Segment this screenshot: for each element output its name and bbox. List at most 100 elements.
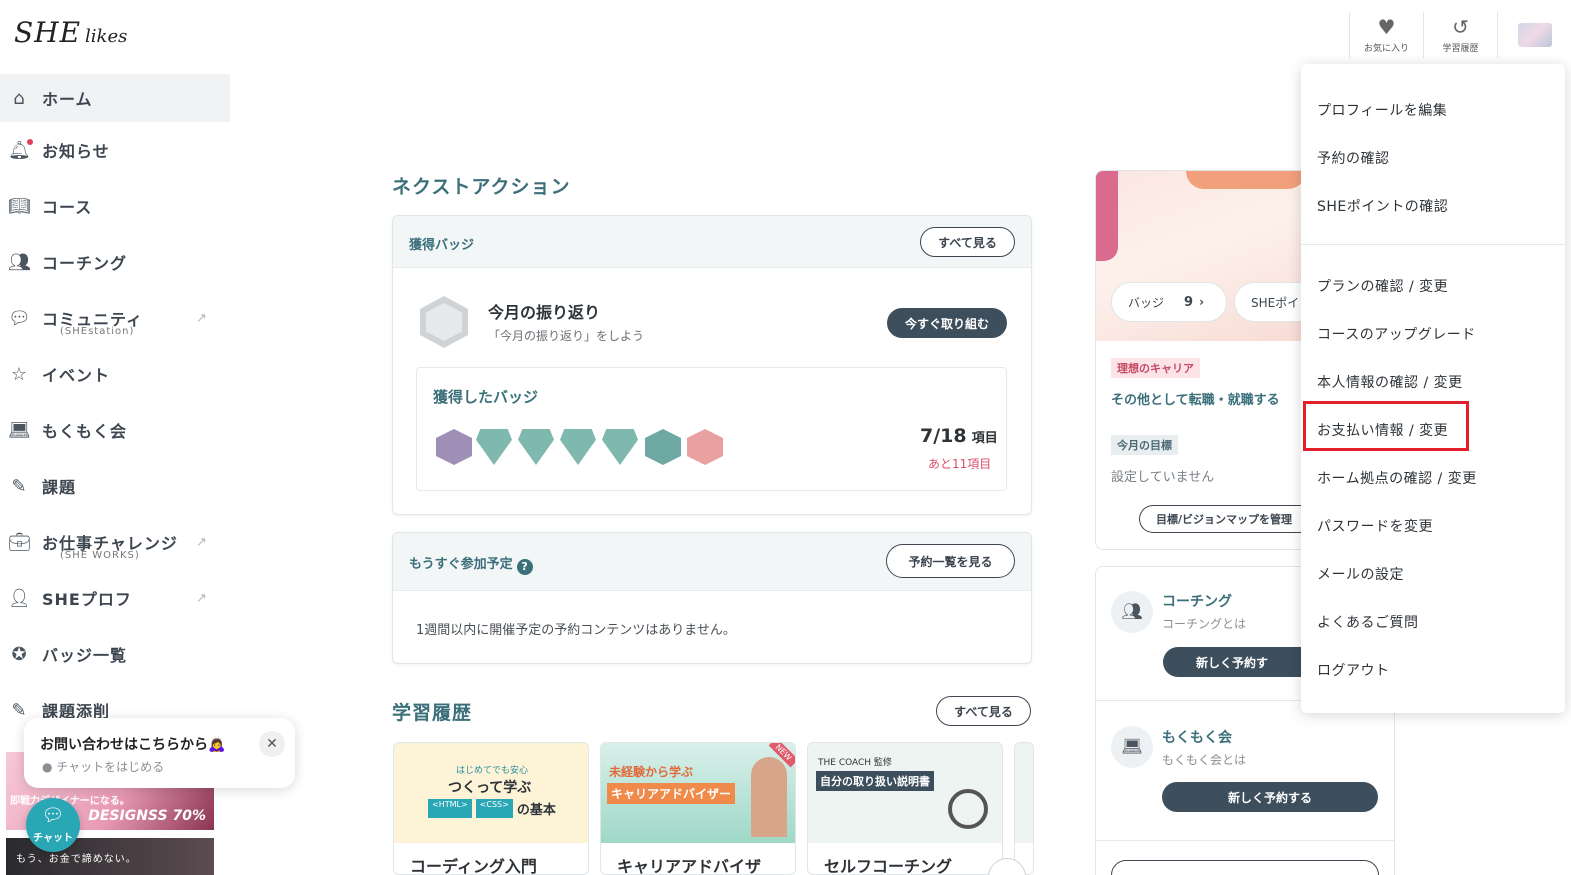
chat-popup[interactable]: お問い合わせはこちらから🙇‍♀️ ● チャットをはじめる ✕ <box>24 718 295 788</box>
menu-item-she-points[interactable]: SHEポイントの確認 <box>1317 196 1448 216</box>
chat-popup-sub-text: チャットをはじめる <box>56 760 165 774</box>
course-card-partial[interactable] <box>1014 742 1034 875</box>
sidebar-item-she-works[interactable]: 💼︎ お仕事チャレンジ (SHE WORKS) ↗ <box>0 514 230 570</box>
course-card-self-coaching[interactable]: THE COACH 監修 自分の取り扱い説明書 セルフコーチング <box>807 742 1003 875</box>
point-chip[interactable]: SHEポイ <box>1234 282 1301 322</box>
course-thumbnail: 未経験から学ぶ キャリアアドバイザー NEW <box>601 743 795 843</box>
magnifier-icon <box>948 789 988 829</box>
logo-likes: likes <box>85 26 128 47</box>
help-icon[interactable]: ? <box>516 559 533 575</box>
divider <box>1095 840 1395 841</box>
thumb-text: THE COACH 監修 <box>818 758 892 768</box>
no-upcoming-text: 1週間以内に開催予定の予約コンテンツはありません。 <box>416 623 736 638</box>
upcoming-card-label-text: もうすぐ参加予定 <box>409 557 513 572</box>
sidebar-item-assignments[interactable]: ✎ 課題 <box>0 458 230 514</box>
sidebar-item-coaching[interactable]: 👥︎ コーチング <box>0 234 230 290</box>
coaching-link[interactable]: コーチングとは <box>1162 615 1246 632</box>
avatar-button[interactable] <box>1497 12 1571 58</box>
chip-value: 9 <box>1184 294 1194 310</box>
task-title: 今月の振り返り <box>488 303 601 322</box>
menu-item-personal-info[interactable]: 本人情報の確認 / 変更 <box>1317 372 1463 392</box>
see-all-badges-button[interactable]: すべて見る <box>920 227 1015 257</box>
payment-info-highlight <box>1303 401 1469 451</box>
history-icon: ↺ <box>1452 14 1469 39</box>
badges-card-label: 獲得バッジ <box>409 238 475 253</box>
sidebar-item-notifications[interactable]: 🔔︎ お知らせ <box>0 122 230 178</box>
book-icon: 📖︎ <box>8 195 31 217</box>
course-thumbnail <box>1015 743 1033 843</box>
history-button[interactable]: ↺ 学習履歴 <box>1423 12 1497 58</box>
favorites-button[interactable]: ♥ お気に入り <box>1349 12 1423 58</box>
badge-count-chip[interactable]: バッジ 9 › <box>1111 282 1227 322</box>
thumb-text: つくって学ぶ <box>448 780 532 796</box>
course-thumbnail: はじめてでも安心 つくって学ぶ <HTML> <CSS> の基本 <box>394 743 588 843</box>
sidebar-item-label: バッジ一覧 <box>42 646 128 665</box>
sidebar-item-label: コース <box>42 198 93 217</box>
laptop-icon: 💻︎ <box>1111 726 1153 768</box>
goal-text: 設定していません <box>1111 470 1215 485</box>
sidebar-item-label: コーチング <box>42 254 128 273</box>
menu-item-logout[interactable]: ログアウト <box>1317 660 1390 680</box>
course-title: コーディング入門 <box>410 857 537 875</box>
goal-tag: 今月の目標 <box>1111 435 1178 455</box>
menu-item-home-base[interactable]: ホーム拠点の確認 / 変更 <box>1317 468 1477 488</box>
mokumoku-link[interactable]: もくもく会とは <box>1162 751 1246 768</box>
earned-badges-title: 獲得したバッジ <box>433 388 539 406</box>
chat-button[interactable]: 💬︎ チャット <box>26 798 80 852</box>
badge-count-unit: 項目 <box>971 431 998 446</box>
career-text: その他として転職・就職する <box>1111 393 1280 408</box>
sidebar-item-courses[interactable]: 📖︎ コース <box>0 178 230 234</box>
sidebar-item-home[interactable]: ⌂ ホーム <box>0 74 230 122</box>
she-likes-logo[interactable]: SHE likes <box>14 16 127 49</box>
sidebar-item-badges[interactable]: ✪ バッジ一覧 <box>0 626 230 682</box>
see-all-history-button[interactable]: すべて見る <box>936 696 1031 726</box>
decoration <box>1186 171 1306 189</box>
banner-brand: DESIGNSS 70% <box>88 808 206 824</box>
reservation-list-button-partial[interactable] <box>1111 860 1379 875</box>
sidebar-item-label: もくもく会 <box>42 422 128 441</box>
thumb-text: の基本 <box>516 803 556 818</box>
history-label: 学習履歴 <box>1442 43 1479 54</box>
sidebar-item-she-prof[interactable]: 👤︎ SHEプロフ ↗ <box>0 570 230 626</box>
mokumoku-title: もくもく会 <box>1162 730 1232 746</box>
pencil-icon: ✎ <box>11 699 27 721</box>
menu-item-change-password[interactable]: パスワードを変更 <box>1317 516 1433 536</box>
chevron-right-icon: › <box>1199 295 1205 309</box>
menu-item-edit-profile[interactable]: プロフィールを編集 <box>1317 100 1447 120</box>
new-mokumoku-reservation-button[interactable]: 新しく予約する <box>1162 782 1378 812</box>
profile-icon: 👤︎ <box>8 587 31 609</box>
sidebar-item-events[interactable]: ☆ イベント <box>0 346 230 402</box>
briefcase-icon: 💼︎ <box>8 531 31 553</box>
menu-item-course-upgrade[interactable]: コースのアップグレード <box>1317 324 1476 344</box>
menu-item-plan[interactable]: プランの確認 / 変更 <box>1317 276 1448 296</box>
badge-count-value: 7/18 <box>920 425 967 447</box>
chip-label: SHEポイ <box>1251 295 1300 310</box>
sidebar-item-mokumoku[interactable]: 💻︎ もくもく会 <box>0 402 230 458</box>
upcoming-card-label: もうすぐ参加予定? <box>409 553 533 575</box>
vision-map-button[interactable]: 目標/ビジョンマップを管理 <box>1139 505 1301 533</box>
sidebar-item-community[interactable]: 💬︎ コミュニティ (SHEstation) ↗ <box>0 290 230 346</box>
course-card-career-advisor[interactable]: 未経験から学ぶ キャリアアドバイザー NEW キャリアアドバイザ <box>600 742 796 875</box>
instructor-photo <box>751 757 787 837</box>
banner-text: もう、お金で諦めない。 <box>16 854 137 865</box>
chip-label: バッジ <box>1128 295 1165 310</box>
sidebar-item-sublabel: (SHE WORKS) <box>60 550 140 561</box>
menu-item-faq[interactable]: よくあるご質問 <box>1317 612 1419 632</box>
logo-she: SHE <box>14 16 82 49</box>
notification-dot <box>27 139 33 145</box>
menu-item-reservations[interactable]: 予約の確認 <box>1317 148 1390 168</box>
course-thumbnail: THE COACH 監修 自分の取り扱い説明書 <box>808 743 1002 843</box>
course-card-coding[interactable]: はじめてでも安心 つくって学ぶ <HTML> <CSS> の基本 コーディング入… <box>393 742 589 875</box>
start-now-button[interactable]: 今すぐ取り組む <box>887 308 1007 338</box>
chat-icon: 💬︎ <box>8 307 31 329</box>
sidebar-item-label: ホーム <box>42 90 93 109</box>
chat-popup-title: お問い合わせはこちらから🙇‍♀️ <box>40 737 226 753</box>
new-coaching-reservation-button[interactable]: 新しく予約す <box>1163 647 1301 677</box>
next-action-title: ネクストアクション <box>392 176 571 198</box>
view-reservations-button[interactable]: 予約一覧を見る <box>886 544 1015 578</box>
menu-item-email-settings[interactable]: メールの設定 <box>1317 564 1404 584</box>
thumb-text: キャリアアドバイザー <box>607 783 736 804</box>
career-tag: 理想のキャリア <box>1111 358 1200 378</box>
close-icon[interactable]: ✕ <box>259 731 285 757</box>
thumb-tag-html: <HTML> <box>428 799 472 818</box>
